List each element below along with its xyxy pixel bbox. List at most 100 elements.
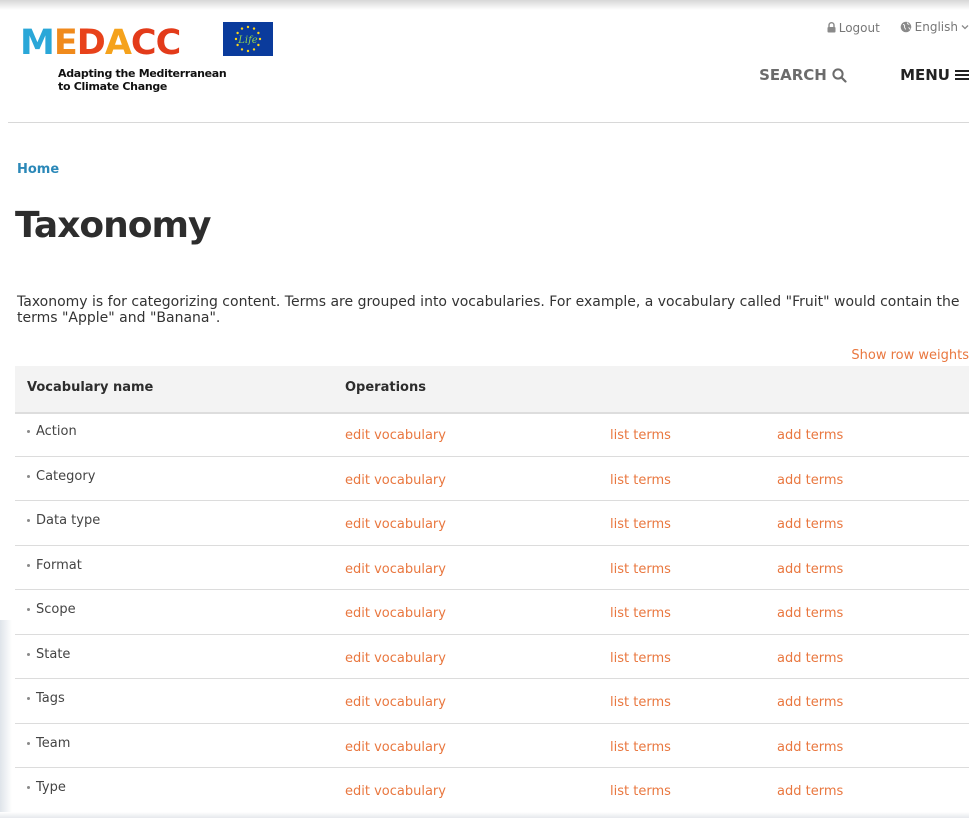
logo-letters-cc: CC <box>130 23 181 63</box>
vocabulary-name-cell[interactable]: Category <box>27 469 95 484</box>
edit-vocabulary-link[interactable]: edit vocabulary <box>345 740 446 755</box>
add-terms-link[interactable]: add terms <box>777 562 843 577</box>
vocabulary-name-cell[interactable]: Team <box>27 736 70 751</box>
list-terms-link[interactable]: list terms <box>610 606 671 621</box>
page-title: Taxonomy <box>15 205 212 246</box>
vocabulary-name-cell[interactable]: Action <box>27 424 77 439</box>
edit-vocabulary-link[interactable]: edit vocabulary <box>345 428 446 443</box>
add-terms-link[interactable]: add terms <box>777 784 843 799</box>
menu-label: MENU <box>900 66 950 84</box>
column-header-vocabulary-name: Vocabulary name <box>27 380 154 395</box>
add-terms-link[interactable]: add terms <box>777 740 843 755</box>
edit-vocabulary-link[interactable]: edit vocabulary <box>345 606 446 621</box>
table-row: Type edit vocabulary list terms add terms <box>15 768 969 813</box>
column-header-operations: Operations <box>345 380 426 395</box>
logo-letter-a: A <box>104 23 132 63</box>
vocabulary-name: Action <box>36 424 77 439</box>
vocabulary-name-cell[interactable]: Scope <box>27 602 76 617</box>
add-terms-link[interactable]: add terms <box>777 606 843 621</box>
vocabulary-name: Category <box>36 468 96 484</box>
logo-wordmark: MEDACC <box>20 22 181 64</box>
add-terms-link[interactable]: add terms <box>777 473 843 488</box>
table-row: Tags edit vocabulary list terms add terms <box>15 679 969 724</box>
list-terms-link[interactable]: list terms <box>610 651 671 666</box>
drag-handle-icon[interactable] <box>27 608 30 611</box>
vocabulary-table-body: Action edit vocabulary list terms add terms… <box>15 412 969 813</box>
drag-handle-icon[interactable] <box>27 697 30 700</box>
language-switcher[interactable]: English <box>900 20 969 34</box>
vocabulary-name-cell[interactable]: Data type <box>27 513 100 528</box>
list-terms-link[interactable]: list terms <box>610 428 671 443</box>
logout-link[interactable]: Logout <box>827 21 880 35</box>
vocabulary-name: Data type <box>36 513 101 528</box>
vocabulary-name-cell[interactable]: Tags <box>27 691 65 706</box>
add-terms-link[interactable]: add terms <box>777 651 843 666</box>
list-terms-link[interactable]: list terms <box>610 695 671 710</box>
list-terms-link[interactable]: list terms <box>610 740 671 755</box>
drag-handle-icon[interactable] <box>27 652 30 656</box>
table-row: Format edit vocabulary list terms add terms <box>15 546 969 590</box>
logo-letter-d: D <box>76 23 106 63</box>
add-terms-link[interactable]: add terms <box>777 695 843 710</box>
eu-life-logo: Life <box>223 22 273 56</box>
table-header: Vocabulary name Operations <box>15 366 969 414</box>
edit-vocabulary-link[interactable]: edit vocabulary <box>345 651 446 666</box>
edit-vocabulary-link[interactable]: edit vocabulary <box>345 695 446 710</box>
vocabulary-name: Tags <box>36 691 65 706</box>
eu-stars-icon: Life <box>223 22 273 56</box>
edit-vocabulary-link[interactable]: edit vocabulary <box>345 562 446 577</box>
list-terms-link[interactable]: list terms <box>610 562 671 577</box>
page-description: Taxonomy is for categorizing content. Te… <box>17 294 960 326</box>
vocabulary-name-cell[interactable]: State <box>27 647 70 662</box>
table-row: State edit vocabulary list terms add terms <box>15 635 969 679</box>
site-logo[interactable]: MEDACC Adapting the Mediterranean to Cli… <box>20 22 280 102</box>
table-row: Data type edit vocabulary list terms add te… <box>15 501 969 546</box>
list-terms-link[interactable]: list terms <box>610 784 671 799</box>
header-actions: SEARCH MENU <box>759 66 969 84</box>
table-row: Scope edit vocabulary list terms add terms <box>15 590 969 635</box>
edit-vocabulary-link[interactable]: edit vocabulary <box>345 473 446 488</box>
logo-tagline-line2: to Climate Change <box>58 80 168 93</box>
header-divider <box>8 122 969 123</box>
vocabulary-name-cell[interactable]: Type <box>27 780 66 795</box>
lock-icon <box>827 22 836 33</box>
breadcrumb-home[interactable]: Home <box>17 162 59 177</box>
page: MEDACC Adapting the Mediterranean to Cli… <box>0 0 969 818</box>
list-terms-link[interactable]: list terms <box>610 517 671 532</box>
drag-handle-icon[interactable] <box>27 786 30 789</box>
vocabulary-name: Type <box>36 780 66 795</box>
add-terms-link[interactable]: add terms <box>777 428 843 443</box>
drag-handle-icon[interactable] <box>27 430 30 433</box>
show-row-weights-link[interactable]: Show row weights <box>851 348 969 363</box>
drag-handle-icon[interactable] <box>27 741 30 745</box>
vocabulary-name: Scope <box>36 602 76 617</box>
logout-label: Logout <box>838 20 880 35</box>
drag-handle-icon[interactable] <box>27 563 30 567</box>
menu-button[interactable]: MENU <box>900 66 969 84</box>
search-button[interactable]: SEARCH <box>759 66 847 84</box>
vocabulary-name: Team <box>36 735 71 751</box>
left-edge-shadow <box>0 620 12 818</box>
user-links: Logout English <box>811 20 969 38</box>
caret-down-icon <box>961 25 969 30</box>
edit-vocabulary-link[interactable]: edit vocabulary <box>345 784 446 799</box>
hamburger-icon <box>955 70 969 80</box>
logo-letter-m: M <box>20 23 55 63</box>
vocabulary-name-cell[interactable]: Format <box>27 558 82 573</box>
vocabulary-name: Format <box>36 557 82 573</box>
site-header: MEDACC Adapting the Mediterranean to Cli… <box>0 0 969 124</box>
table-row: Category edit vocabulary list terms add ter… <box>15 457 969 501</box>
edit-vocabulary-link[interactable]: edit vocabulary <box>345 517 446 532</box>
drag-handle-icon[interactable] <box>27 519 30 522</box>
language-label: English <box>914 20 958 34</box>
list-terms-link[interactable]: list terms <box>610 473 671 488</box>
logo-tagline: Adapting the Mediterranean to Climate Ch… <box>58 67 227 93</box>
table-row: Team edit vocabulary list terms add terms <box>15 724 969 768</box>
drag-handle-icon[interactable] <box>27 474 30 478</box>
bottom-edge-shadow <box>0 812 969 818</box>
logo-letter-e: E <box>53 23 78 63</box>
globe-icon <box>900 21 911 33</box>
table-row: Action edit vocabulary list terms add terms <box>15 412 969 457</box>
search-label: SEARCH <box>759 66 827 84</box>
add-terms-link[interactable]: add terms <box>777 517 843 532</box>
